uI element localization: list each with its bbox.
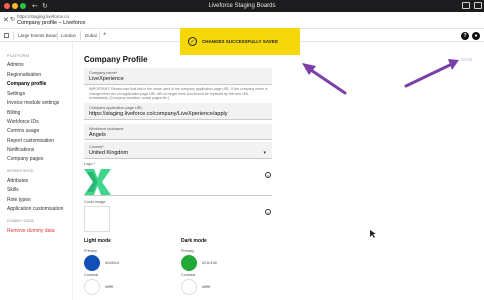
dark-primary-swatch[interactable] xyxy=(181,255,197,271)
sidebar-heading-dummy-data: DUMMY DATA xyxy=(7,219,34,223)
dark-contrast-label: Contrast xyxy=(181,273,196,277)
tab-large-events-board[interactable]: Large Events Board xyxy=(18,33,58,38)
cover-image-label: Cover image xyxy=(84,200,106,204)
company-name-field[interactable]: Company name* LiveXperience xyxy=(84,68,272,85)
url-header: ✕ ↻ https://staging.liveforce.co Company… xyxy=(0,12,484,28)
divider xyxy=(80,31,81,40)
remove-cover-icon[interactable]: × xyxy=(265,209,271,215)
arrow-to-save-button xyxy=(404,59,459,88)
success-toast: ✓ CHANGES SUCCESSFULLY SAVED xyxy=(180,28,300,55)
logo-upload[interactable] xyxy=(84,168,272,196)
cover-image-placeholder[interactable] xyxy=(84,206,110,232)
tab-dubai[interactable]: Dubai xyxy=(85,33,97,38)
sidebar-item-remove-dummy-data[interactable]: Remove dummy data xyxy=(7,228,55,234)
sidebar-heading-workforce: WORKFORCE xyxy=(7,169,34,173)
light-primary-label: Primary xyxy=(84,249,98,253)
chevron-down-icon: ▾ xyxy=(263,150,266,156)
country-value: United Kingdom xyxy=(89,150,129,156)
arrow-to-toast xyxy=(302,63,347,95)
company-name-label: Company name* xyxy=(89,71,118,75)
sidebar-item-settings[interactable]: Settings xyxy=(7,91,25,97)
light-contrast-label: Contrast xyxy=(84,273,99,277)
logo-image xyxy=(84,169,111,195)
company-name-value[interactable]: LiveXperience xyxy=(89,76,124,82)
tabs-overview-icon[interactable] xyxy=(462,2,470,9)
toast-message: CHANGES SUCCESSFULLY SAVED xyxy=(202,39,278,44)
dark-primary-hex[interactable]: #21b138 xyxy=(202,261,217,265)
account-button[interactable]: ● xyxy=(472,32,480,40)
divider xyxy=(13,31,14,40)
sidebar-item-notifications[interactable]: Notifications xyxy=(7,147,34,153)
sidebar-item-workforce-ids[interactable]: Workforce IDs xyxy=(7,119,39,125)
country-select[interactable]: Country* United Kingdom ▾ xyxy=(84,142,272,159)
check-circle-icon: ✓ xyxy=(188,37,197,46)
application-url-label: Company application page URL xyxy=(89,106,143,110)
sidebar-item-company-profile[interactable]: Company profile xyxy=(7,81,46,87)
dark-mode-title: Dark mode xyxy=(181,238,207,244)
workforce-nickname-label: Workforce nickname xyxy=(89,127,124,131)
application-url-field[interactable]: Company application page URL https://sta… xyxy=(84,103,272,120)
dark-primary-label: Primary xyxy=(181,249,195,253)
refresh-icon[interactable]: ↻ xyxy=(10,16,15,23)
light-contrast-swatch[interactable] xyxy=(84,279,100,295)
divider xyxy=(99,31,100,40)
light-contrast-hex[interactable]: #ffffff xyxy=(105,285,113,289)
workforce-nickname-field[interactable]: Workforce nickname Angels xyxy=(84,124,272,140)
light-primary-hex[interactable]: #0c50c4 xyxy=(105,261,119,265)
remove-logo-icon[interactable]: × xyxy=(265,172,271,178)
sidebar-item-report-customisation[interactable]: Report customisation xyxy=(7,138,54,144)
dark-contrast-hex[interactable]: #ffffff xyxy=(202,285,210,289)
sidebar-item-admins[interactable]: Admins xyxy=(7,62,24,68)
sidebar-toggle-icon[interactable] xyxy=(4,33,9,38)
add-tab-button[interactable]: + xyxy=(103,32,107,38)
window-layout-icon[interactable] xyxy=(474,2,482,9)
sidebar-item-invoice-module-settings[interactable]: Invoice module settings xyxy=(7,100,59,106)
dark-contrast-swatch[interactable] xyxy=(181,279,197,295)
light-primary-swatch[interactable] xyxy=(84,255,100,271)
help-button[interactable]: ? xyxy=(461,32,469,40)
settings-sidebar: PLATFORM Admins Regionalisation Company … xyxy=(0,42,73,300)
application-url-value[interactable]: https://staging.liveforce.co/company/Liv… xyxy=(89,111,228,117)
sidebar-item-application-customisation[interactable]: Application customisation xyxy=(7,206,63,212)
sidebar-item-role-types[interactable]: Role types xyxy=(7,197,31,203)
url-text[interactable]: https://staging.liveforce.co xyxy=(17,14,69,19)
window-titlebar: ← ↻ Liveforce Staging Boards xyxy=(0,0,484,12)
sidebar-item-attributes[interactable]: Attributes xyxy=(7,178,28,184)
tab-london[interactable]: London xyxy=(61,33,76,38)
sidebar-item-regionalisation[interactable]: Regionalisation xyxy=(7,72,41,78)
sidebar-item-comms-usage[interactable]: Comms usage xyxy=(7,128,39,134)
save-button[interactable]: SAVE xyxy=(461,57,473,62)
divider xyxy=(57,31,58,40)
sidebar-item-skills[interactable]: Skills xyxy=(7,187,19,193)
country-label: Country* xyxy=(89,145,104,149)
sidebar-item-billing[interactable]: Billing xyxy=(7,110,20,116)
mouse-cursor-icon xyxy=(370,230,376,238)
close-icon[interactable]: ✕ xyxy=(3,16,9,24)
logo-label: Logo * xyxy=(84,162,95,166)
sidebar-heading-platform: PLATFORM xyxy=(7,54,29,58)
company-name-help-text: IMPORTANT: Please note that this is the … xyxy=(89,87,268,100)
workforce-nickname-value[interactable]: Angels xyxy=(89,132,106,138)
page-tab-title: Company profile – Liveforce xyxy=(17,20,86,26)
window-title: Liveforce Staging Boards xyxy=(208,3,276,9)
page-title: Company Profile xyxy=(84,55,148,64)
sidebar-item-company-pages[interactable]: Company pages xyxy=(7,156,43,162)
light-mode-title: Light mode xyxy=(84,238,111,244)
